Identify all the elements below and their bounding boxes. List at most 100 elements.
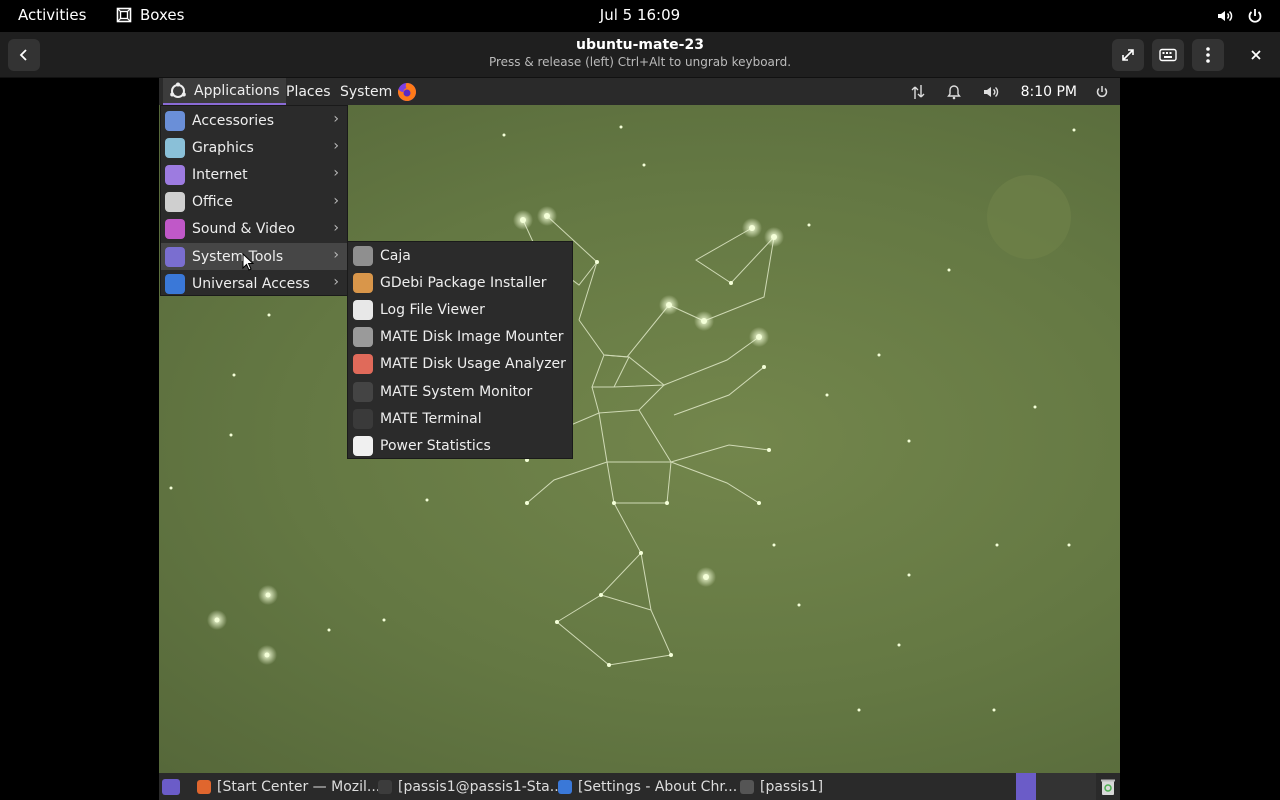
applications-menu-button[interactable]: Applications — [163, 78, 286, 105]
sound-video-icon — [165, 219, 185, 240]
chevron-right-icon: › — [333, 246, 339, 263]
menu-item-power-statistics[interactable]: Power Statistics — [348, 432, 572, 459]
close-button[interactable] — [1240, 39, 1272, 71]
menu-item-label: Power Statistics — [380, 437, 491, 454]
menu-item-label: MATE Terminal — [380, 410, 482, 427]
volume-icon[interactable] — [983, 84, 999, 100]
workspace-switcher-active[interactable] — [1016, 773, 1036, 800]
close-icon — [1251, 50, 1261, 60]
volume-icon[interactable] — [1216, 7, 1234, 25]
fullscreen-icon — [1122, 49, 1134, 61]
system-menu-button[interactable]: System — [334, 78, 398, 105]
mate-top-panel: Applications Places System 8:10 PM — [159, 78, 1120, 105]
menu-item-label: Log File Viewer — [380, 301, 485, 318]
power-icon[interactable] — [1095, 85, 1109, 99]
show-desktop-button[interactable] — [162, 773, 180, 800]
network-icon[interactable] — [911, 84, 925, 100]
menu-item-label: Accessories — [192, 112, 275, 129]
menu-item-terminal[interactable]: MATE Terminal — [348, 405, 572, 432]
places-menu-button[interactable]: Places — [280, 78, 337, 105]
menu-item-universal-access[interactable]: Universal Access › — [161, 270, 347, 297]
applications-label: Applications — [194, 82, 280, 99]
menu-item-sound-video[interactable]: Sound & Video › — [161, 216, 347, 243]
chevron-right-icon: › — [333, 192, 339, 209]
activities-button[interactable]: Activities — [18, 6, 86, 24]
taskbar-item-settings[interactable]: [Settings - About Chr... — [558, 773, 737, 800]
pie-chart-icon — [353, 354, 373, 375]
power-icon[interactable] — [1246, 7, 1264, 25]
vm-title: ubuntu-mate-23 — [576, 37, 704, 53]
menu-item-log-file-viewer[interactable]: Log File Viewer — [348, 296, 572, 323]
menu-item-label: MATE Disk Image Mounter — [380, 329, 564, 346]
task-label: [Settings - About Chr... — [578, 778, 738, 795]
taskbar-item-firefox[interactable]: [Start Center — Mozil... — [197, 773, 380, 800]
graphics-icon — [165, 137, 185, 158]
menu-item-label: Universal Access — [192, 275, 310, 292]
menu-item-disk-image-mounter[interactable]: MATE Disk Image Mounter — [348, 324, 572, 351]
menu-item-system-tools[interactable]: System Tools › — [161, 242, 347, 271]
menu-item-office[interactable]: Office › — [161, 189, 347, 216]
task-label: [passis1@passis1-Sta... — [398, 778, 564, 795]
package-icon — [353, 272, 373, 293]
trash-icon — [1101, 779, 1115, 795]
system-tools-icon — [165, 246, 185, 267]
universal-access-icon — [165, 273, 185, 294]
trash-applet[interactable] — [1100, 773, 1116, 800]
menu-item-accessories[interactable]: Accessories › — [161, 107, 347, 134]
menu-item-internet[interactable]: Internet › — [161, 161, 347, 188]
fullscreen-button[interactable] — [1112, 39, 1144, 71]
chevron-right-icon: › — [333, 111, 339, 127]
boxes-icon — [116, 7, 132, 23]
keyboard-button[interactable] — [1152, 39, 1184, 71]
task-label: [Start Center — Mozil... — [217, 778, 381, 795]
menu-item-graphics[interactable]: Graphics › — [161, 134, 347, 161]
system-tools-submenu: Caja GDebi Package Installer Log File Vi… — [347, 241, 573, 459]
boxes-headerbar: ubuntu-mate-23 Press & release (left) Ct… — [0, 32, 1280, 78]
menu-item-label: Caja — [380, 247, 411, 264]
keyboard-icon — [1159, 48, 1177, 62]
gnome-top-bar: Activities Boxes Jul 5 16:09 — [0, 0, 1280, 32]
taskbar-item-terminal[interactable]: [passis1@passis1-Sta... — [378, 773, 563, 800]
menu-item-disk-usage-analyzer[interactable]: MATE Disk Usage Analyzer — [348, 351, 572, 378]
chevron-right-icon: › — [333, 274, 339, 291]
vm-display[interactable]: Applications Places System 8:10 PM Acces… — [159, 78, 1120, 800]
menu-item-label: GDebi Package Installer — [380, 274, 547, 291]
panel-clock[interactable]: 8:10 PM — [1021, 84, 1077, 100]
menu-item-label: Graphics — [192, 139, 254, 156]
firefox-launcher[interactable] — [391, 78, 423, 105]
menu-item-gdebi[interactable]: GDebi Package Installer — [348, 269, 572, 296]
chevron-right-icon: › — [333, 219, 339, 236]
system-label: System — [340, 83, 393, 100]
file-manager-icon — [353, 245, 373, 266]
internet-icon — [165, 164, 185, 185]
taskbar-item-folder[interactable]: [passis1] — [740, 773, 823, 800]
places-label: Places — [286, 83, 331, 100]
workspace-switcher[interactable] — [1036, 773, 1096, 800]
app-name: Boxes — [140, 6, 185, 24]
firefox-icon — [197, 779, 211, 794]
system-tray[interactable] — [1216, 7, 1264, 25]
power-statistics-icon — [353, 435, 373, 456]
menu-item-label: MATE Disk Usage Analyzer — [380, 356, 566, 373]
clock[interactable]: Jul 5 16:09 — [600, 6, 680, 24]
menu-button[interactable] — [1192, 39, 1224, 71]
notification-bell-icon[interactable] — [946, 84, 961, 100]
applications-menu: Accessories › Graphics › Internet › Offi… — [160, 105, 348, 296]
task-label: [passis1] — [760, 778, 824, 795]
terminal-icon — [353, 408, 373, 429]
log-viewer-icon — [353, 299, 373, 320]
menu-item-label: Sound & Video — [192, 221, 296, 238]
firefox-icon — [397, 82, 416, 101]
chevron-right-icon: › — [333, 165, 339, 182]
system-monitor-icon — [353, 381, 373, 402]
ungrab-hint: Press & release (left) Ctrl+Alt to ungra… — [488, 55, 792, 69]
more-vertical-icon — [1206, 47, 1210, 63]
mate-bottom-panel: [Start Center — Mozil... [passis1@passis… — [159, 773, 1120, 800]
app-menu-button[interactable]: Boxes — [116, 6, 184, 24]
chevron-right-icon: › — [333, 138, 339, 155]
menu-item-label: MATE System Monitor — [380, 383, 533, 400]
menu-item-caja[interactable]: Caja — [348, 242, 572, 269]
menu-item-label: Office — [192, 194, 233, 211]
menu-item-system-monitor[interactable]: MATE System Monitor — [348, 378, 572, 405]
mouse-cursor-icon — [242, 253, 254, 271]
